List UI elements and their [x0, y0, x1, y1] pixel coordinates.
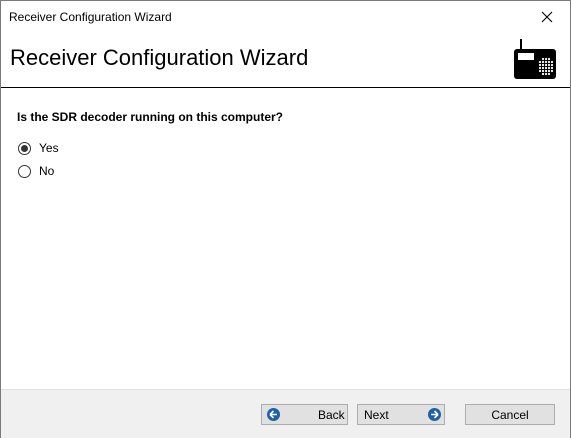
- arrow-left-icon: [267, 408, 280, 421]
- option-no-label[interactable]: No: [39, 164, 54, 178]
- option-yes-label[interactable]: Yes: [39, 141, 59, 155]
- arrow-right-icon: [428, 408, 441, 421]
- radio-button-unselected[interactable]: [18, 164, 31, 178]
- window-title: Receiver Configuration Wizard: [9, 10, 172, 24]
- cancel-button[interactable]: Cancel: [465, 404, 555, 425]
- wizard-footer: Back Next Cancel: [1, 389, 570, 438]
- question-label: Is the SDR decoder running on this compu…: [17, 110, 284, 124]
- option-no-radio[interactable]: No: [18, 163, 54, 179]
- title-bar: Receiver Configuration Wizard: [1, 1, 570, 32]
- cancel-label: Cancel: [491, 407, 529, 422]
- radio-icon: [514, 39, 556, 79]
- radio-button-selected[interactable]: [18, 141, 31, 155]
- back-button[interactable]: Back: [261, 404, 348, 425]
- back-label: Back: [318, 408, 345, 422]
- page-title: Receiver Configuration Wizard: [10, 45, 309, 70]
- wizard-header: Receiver Configuration Wizard: [1, 32, 570, 88]
- close-icon: [541, 11, 553, 22]
- option-yes-radio[interactable]: Yes: [18, 140, 59, 156]
- next-button[interactable]: Next: [357, 404, 445, 425]
- wizard-window: Receiver Configuration Wizard Receiver C…: [0, 0, 571, 438]
- close-button[interactable]: [524, 1, 570, 32]
- next-label: Next: [364, 408, 389, 422]
